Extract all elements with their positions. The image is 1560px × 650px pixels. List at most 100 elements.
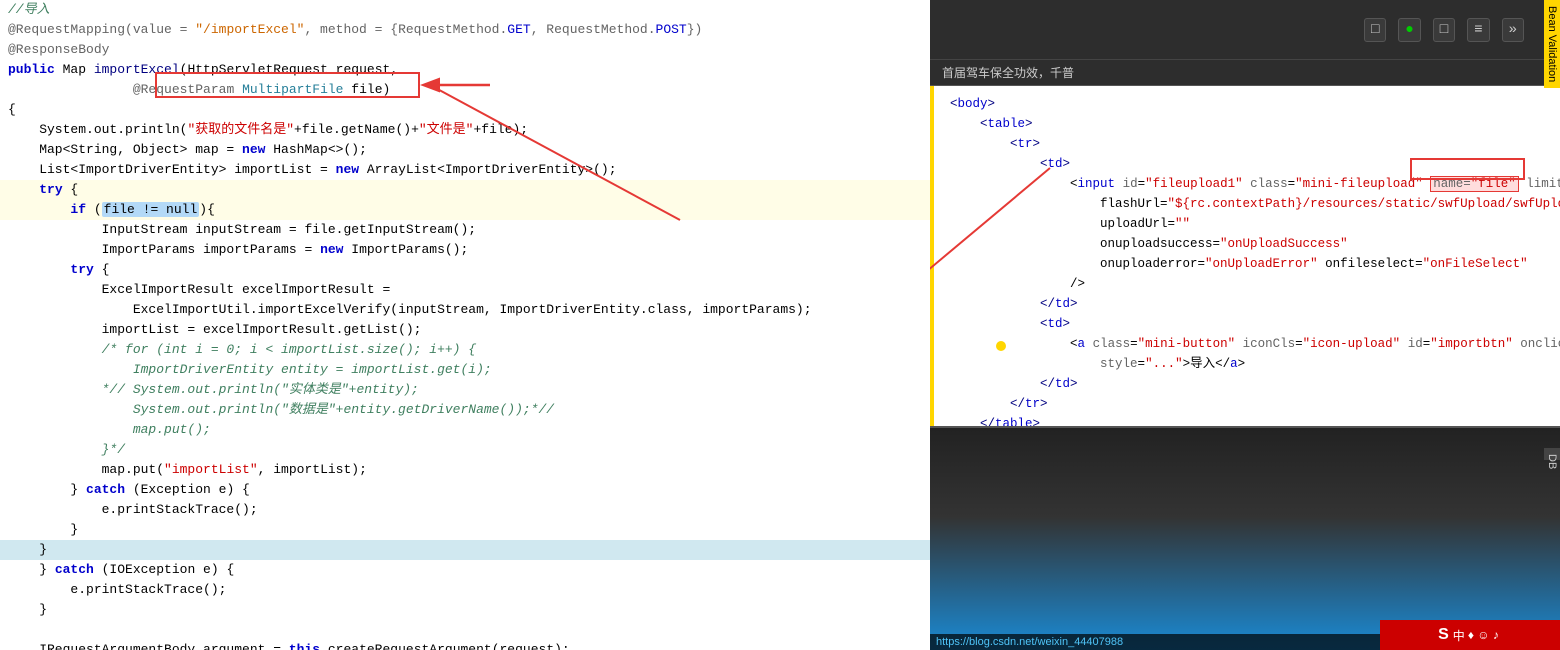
right-toolbar: □ ● □ ≡ » [930,0,1560,60]
code-text: } [8,600,47,620]
code-text: ExcelImportUtil.importExcelVerify(inputS… [8,300,812,320]
r-code-text: onuploaderror="onUploadError" onfilesele… [950,254,1528,274]
r-code-text: <a class="mini-button" iconCls="icon-upl… [950,334,1560,354]
r-annotation-box [1410,158,1525,180]
code-text: @RequestMapping(value = "/importExcel", … [8,20,702,40]
code-line: /* for (int i = 0; i < importList.size()… [0,340,930,360]
r-code-text: <td> [950,154,1070,174]
code-area: //导入 @RequestMapping(value = "/importExc… [0,0,930,650]
r-code-text: </tr> [950,394,1048,414]
code-text: List<ImportDriverEntity> importList = ne… [8,160,617,180]
code-line-requestparam: @RequestParam MultipartFile file) [0,80,930,100]
code-text: ImportDriverEntity entity = importList.g… [8,360,492,380]
code-line: } [0,520,930,540]
code-text: System.out.println("数据是"+entity.getDrive… [8,400,554,420]
code-line: //导入 [0,0,930,20]
code-text: @ResponseBody [8,40,109,60]
r-code-line: onuploaderror="onUploadError" onfilesele… [930,254,1560,274]
code-line: System.out.println("获取的文件名是"+file.getNam… [0,120,930,140]
code-line: List<ImportDriverEntity> importList = ne… [0,160,930,180]
r-code-line: style="...">导入</a> [930,354,1560,374]
code-line: System.out.println("数据是"+entity.getDrive… [0,400,930,420]
csdn-logo-text: S [1438,626,1449,644]
toolbar-btn-grid[interactable]: ≡ [1467,18,1489,42]
code-line: ExcelImportResult excelImportResult = [0,280,930,300]
code-text: if (file != null){ [8,200,215,220]
toolbar-btn-record[interactable]: ● [1398,18,1420,42]
chinese-subtitle: 首届驾车保全功效，千普 [930,60,1560,86]
code-line: e.printStackTrace(); [0,500,930,520]
code-text: ImportParams importParams = new ImportPa… [8,240,468,260]
right-bottom-preview: https://blog.csdn.net/weixin_44407988 S … [930,426,1560,650]
left-code-panel: //导入 @RequestMapping(value = "/importExc… [0,0,930,650]
r-code-line: <body> [930,94,1560,114]
code-line: { [0,100,930,120]
csdn-label: 中 [1453,627,1465,644]
url-text: https://blog.csdn.net/weixin_44407988 [936,636,1123,648]
yellow-dot [936,318,1006,378]
r-code-text: </table> [950,414,1040,426]
r-code-line: <a class="mini-button" iconCls="icon-upl… [930,334,1560,354]
r-code-line: </table> [930,414,1560,426]
code-text: } [8,520,78,540]
code-text: }*/ [8,440,125,460]
code-line: *// System.out.println("实体类是"+entity); [0,380,930,400]
code-text: importList = excelImportResult.getList()… [8,320,421,340]
r-code-text: <tr> [950,134,1040,154]
r-code-text: onuploadsuccess="onUploadSuccess" [950,234,1348,254]
code-line: @RequestMapping(value = "/importExcel", … [0,20,930,40]
code-text: /* for (int i = 0; i < importList.size()… [8,340,476,360]
r-code-line: /> [930,274,1560,294]
code-line: @ResponseBody [0,40,930,60]
code-text: } [8,540,47,560]
toolbar-btn-window[interactable]: □ [1364,18,1386,42]
code-line: } catch (Exception e) { [0,480,930,500]
r-code-line-td2: <td> [930,314,1560,334]
left-accent-bar [930,86,934,426]
code-text: } catch (IOException e) { [8,560,234,580]
code-text: Map<String, Object> map = new HashMap<>(… [8,140,367,160]
preview-background [930,428,1560,650]
code-line: IRequestArgumentBody argument = this.cre… [0,640,930,650]
code-line: map.put(); [0,420,930,440]
code-line: try { [0,260,930,280]
r-code-line: onuploadsuccess="onUploadSuccess" [930,234,1560,254]
code-line: ExcelImportUtil.importExcelVerify(inputS… [0,300,930,320]
code-line: }*/ [0,440,930,460]
r-code-line: <tr> [930,134,1560,154]
code-text: try { [8,260,109,280]
r-code-line: <table> [930,114,1560,134]
r-code-line: </td> [930,294,1560,314]
r-code-text: <table> [950,114,1033,134]
code-line [0,620,930,640]
code-text: map.put(); [8,420,211,440]
r-code-text: uploadUrl="" [950,214,1190,234]
r-code-line: </tr> [930,394,1560,414]
subtitle-text: 首届驾车保全功效，千普 [942,66,1074,80]
code-line: map.put("importList", importList); [0,460,930,480]
csdn-logo-bar: S 中 ♦ ☺ ♪ [1380,620,1560,650]
code-text: *// System.out.println("实体类是"+entity); [8,380,419,400]
code-text: InputStream inputStream = file.getInputS… [8,220,476,240]
toolbar-btn-layout[interactable]: □ [1433,18,1455,42]
code-text: e.printStackTrace(); [8,500,258,520]
code-text: //导入 [8,0,50,20]
code-line-try: try { [0,180,930,200]
code-line-close-brace: } [0,540,930,560]
bean-validation-tab[interactable]: Bean Validation [1544,0,1560,88]
code-text: IRequestArgumentBody argument = this.cre… [8,640,570,650]
code-line: importList = excelImportResult.getList()… [0,320,930,340]
code-text: System.out.println("获取的文件名是"+file.getNam… [8,120,528,140]
code-line: e.printStackTrace(); [0,580,930,600]
r-code-line: uploadUrl="" [930,214,1560,234]
right-code-panel: <body> <table> <tr> <td> <input id="file… [930,86,1560,426]
code-text: e.printStackTrace(); [8,580,226,600]
r-code-text: flashUrl="${rc.contextPath}/resources/st… [950,194,1560,214]
db-tab[interactable]: DB [1544,448,1560,460]
r-code-text: <body> [950,94,995,114]
r-code-line: flashUrl="${rc.contextPath}/resources/st… [930,194,1560,214]
toolbar-btn-more[interactable]: » [1502,18,1524,42]
code-text: map.put("importList", importList); [8,460,367,480]
code-text: { [8,100,16,120]
code-line: } catch (IOException e) { [0,560,930,580]
